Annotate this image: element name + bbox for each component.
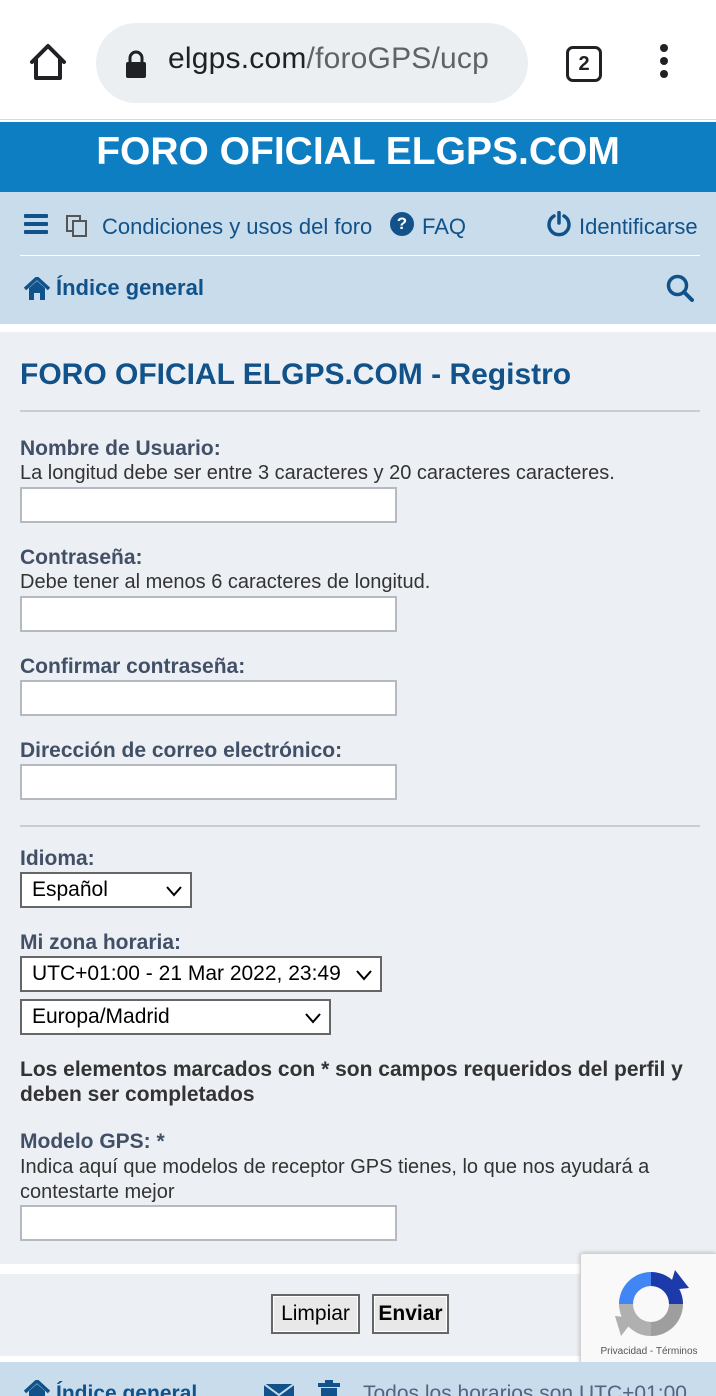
tabs-icon[interactable]: 2	[566, 46, 602, 82]
username-explain: La longitud debe ser entre 3 caracteres …	[20, 462, 615, 484]
gps-model-explain: Indica aquí que modelos de receptor GPS …	[20, 1156, 650, 1203]
nav-row-top: Condiciones y usos del foro ? FAQ Identi…	[20, 192, 700, 256]
recaptcha-links: Privacidad - Términos	[581, 1346, 716, 1357]
recaptcha-separator: -	[649, 1346, 654, 1357]
timezone-zone-value: Europa/Madrid	[32, 1005, 170, 1028]
copy-icon	[66, 215, 87, 237]
recaptcha-privacy-link[interactable]: Privacidad	[600, 1346, 647, 1357]
recaptcha-logo-icon	[615, 1270, 689, 1336]
divider	[20, 825, 700, 827]
home-icon[interactable]	[26, 40, 70, 84]
password-input[interactable]	[20, 596, 397, 632]
browser-toolbar: elgps.com/foroGPS/ucp 2	[0, 0, 716, 120]
lock-icon	[126, 50, 146, 78]
trash-icon[interactable]	[318, 1380, 340, 1396]
timezone-zone-select[interactable]: Europa/Madrid	[20, 999, 331, 1035]
search-icon[interactable]	[666, 274, 694, 302]
faq-link[interactable]: FAQ	[422, 214, 466, 240]
chevron-down-icon	[305, 1013, 321, 1024]
site-title[interactable]: FORO OFICIAL ELGPS.COM	[0, 122, 716, 180]
terms-link[interactable]: Condiciones y usos del foro	[102, 214, 372, 240]
gps-model-label: Modelo GPS: *	[20, 1130, 165, 1153]
username-input[interactable]	[20, 487, 397, 523]
reset-button[interactable]: Limpiar	[271, 1294, 360, 1334]
submit-button[interactable]: Enviar	[372, 1294, 449, 1334]
home-icon	[24, 277, 50, 300]
power-icon	[547, 211, 571, 237]
timezone-offset-value: UTC+01:00 - 21 Mar 2022, 23:49	[32, 962, 341, 985]
hamburger-menu-icon[interactable]	[24, 214, 48, 234]
chevron-down-icon	[166, 886, 182, 897]
page-title: FORO OFICIAL ELGPS.COM - Registro	[20, 358, 572, 391]
question-circle-icon: ?	[390, 212, 414, 236]
nav-row-breadcrumb: Índice general	[20, 258, 700, 322]
site-header: FORO OFICIAL ELGPS.COM	[0, 122, 716, 192]
url-path: /foroGPS/ucp	[306, 42, 490, 75]
board-index-link[interactable]: Índice general	[56, 275, 204, 301]
chevron-down-icon	[356, 970, 372, 981]
url-text[interactable]: elgps.com/foroGPS/ucp	[168, 42, 514, 76]
registration-panel: FORO OFICIAL ELGPS.COM - Registro Nombre…	[0, 332, 716, 1264]
language-label: Idioma:	[20, 847, 95, 870]
footer-board-index-link[interactable]: Índice general	[56, 1382, 197, 1396]
required-fields-note: Los elementos marcados con * son campos …	[20, 1058, 683, 1106]
confirm-password-label: Confirmar contraseña:	[20, 655, 246, 678]
divider	[20, 410, 700, 412]
envelope-icon[interactable]	[264, 1384, 294, 1396]
password-label: Contraseña:	[20, 546, 143, 569]
recaptcha-terms-link[interactable]: Términos	[656, 1346, 698, 1357]
username-label: Nombre de Usuario:	[20, 437, 221, 460]
home-icon	[24, 1380, 50, 1396]
more-vert-icon[interactable]	[652, 44, 676, 84]
email-input[interactable]	[20, 764, 397, 800]
url-host: elgps.com	[168, 42, 307, 75]
footer-navbar: Índice general Todos los horarios son UT…	[0, 1362, 716, 1396]
gps-model-input[interactable]	[20, 1205, 397, 1241]
confirm-password-input[interactable]	[20, 680, 397, 716]
recaptcha-badge[interactable]: Privacidad - Términos	[580, 1253, 716, 1373]
language-select[interactable]: Español	[20, 872, 192, 908]
login-link[interactable]: Identificarse	[579, 214, 698, 240]
timezone-label: Mi zona horaria:	[20, 931, 182, 954]
language-select-value: Español	[32, 878, 108, 901]
email-label: Dirección de correo electrónico:	[20, 739, 343, 762]
footer-timezone-text: Todos los horarios son UTC+01:00	[363, 1382, 687, 1396]
timezone-offset-select[interactable]: UTC+01:00 - 21 Mar 2022, 23:49	[20, 956, 382, 992]
navbar: Condiciones y usos del foro ? FAQ Identi…	[0, 192, 716, 324]
password-explain: Debe tener al menos 6 caracteres de long…	[20, 571, 431, 593]
